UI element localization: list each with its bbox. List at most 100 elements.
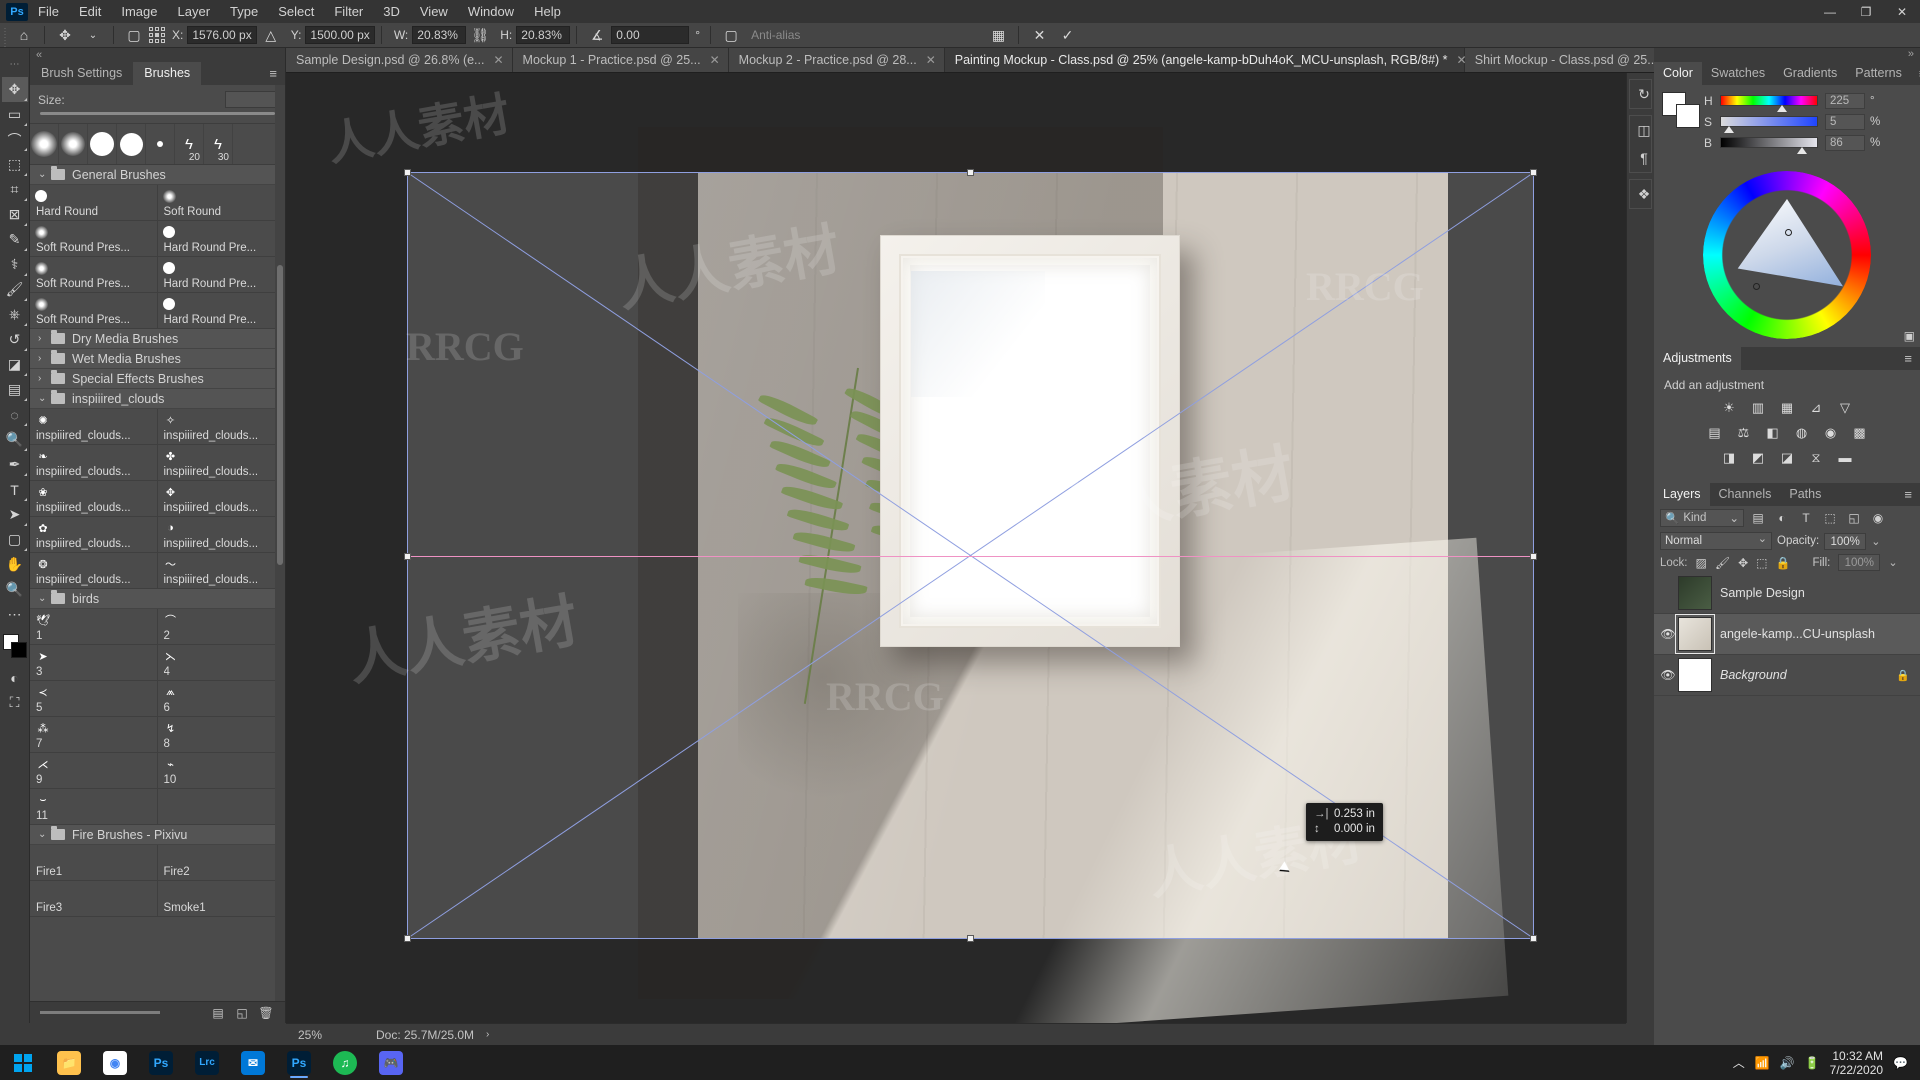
hue-value[interactable]: 225 bbox=[1825, 92, 1865, 109]
saturation-value[interactable]: 5 bbox=[1825, 113, 1865, 130]
object-selection-tool[interactable]: ⬚ bbox=[2, 152, 28, 177]
document-tab[interactable]: Mockup 1 - Practice.psd @ 25... ✕ bbox=[512, 48, 729, 72]
brush-item[interactable]: ✥ inspiiired_clouds... bbox=[157, 481, 285, 517]
brush-preset-hard-1[interactable] bbox=[88, 124, 117, 164]
tab-paths[interactable]: Paths bbox=[1780, 483, 1830, 506]
transform-handle-tl[interactable] bbox=[404, 169, 411, 176]
menu-layer[interactable]: Layer bbox=[168, 0, 221, 23]
brush-item[interactable]: Hard Round Pre... bbox=[157, 293, 285, 329]
brush-item[interactable]: ❧ inspiiired_clouds... bbox=[30, 445, 158, 481]
rectangle-tool[interactable]: ▢ bbox=[2, 527, 28, 552]
brightness-contrast-icon[interactable]: ☀ bbox=[1721, 399, 1738, 416]
brush-group-fire-brushes[interactable]: ⌄ Fire Brushes - Pixivu bbox=[30, 825, 285, 845]
layer-visibility-toggle[interactable]: 👁 bbox=[1658, 627, 1678, 641]
menu-window[interactable]: Window bbox=[458, 0, 524, 23]
toolbar-grip[interactable]: ⋯ bbox=[2, 52, 28, 77]
antialias-checkbox[interactable]: ▢ bbox=[717, 24, 745, 46]
menu-file[interactable]: File bbox=[28, 0, 69, 23]
collapse-panel-icon[interactable]: « bbox=[30, 48, 285, 62]
document-tab[interactable]: Mockup 2 - Practice.psd @ 28... ✕ bbox=[728, 48, 945, 72]
levels-icon[interactable]: ▥ bbox=[1750, 399, 1767, 416]
document-tab[interactable]: Sample Design.psd @ 26.8% (e... ✕ bbox=[286, 48, 513, 72]
filter-toggle-icon[interactable]: ◉ bbox=[1868, 509, 1888, 527]
brush-thumbnail-size-slider[interactable] bbox=[40, 1011, 160, 1014]
spotify-icon[interactable]: ♫ bbox=[322, 1045, 368, 1080]
refpt-cell[interactable] bbox=[161, 39, 165, 43]
lock-image-pixels-icon[interactable]: 🖌 bbox=[1715, 556, 1730, 570]
exposure-icon[interactable]: ⊿ bbox=[1808, 399, 1825, 416]
opacity-chevron-icon[interactable]: ⌄ bbox=[1871, 535, 1880, 548]
brush-item[interactable]: ❂ inspiiired_clouds... bbox=[30, 553, 158, 589]
canvas-area[interactable]: 人人素材 人人素材 人人素材 人人素材 人人素材 RRCG RRCG RRCG … bbox=[286, 73, 1626, 1023]
photoshop-taskbar-icon[interactable]: Ps bbox=[138, 1045, 184, 1080]
brush-group-dry-media-brushes[interactable]: › Dry Media Brushes bbox=[30, 329, 285, 349]
brush-size-slider[interactable] bbox=[40, 112, 275, 115]
angle-input[interactable]: 0.00 bbox=[611, 26, 690, 44]
eyedropper-tool[interactable]: ✎ bbox=[2, 227, 28, 252]
frame-tool[interactable]: ⊠ bbox=[2, 202, 28, 227]
transform-handle-ml[interactable] bbox=[404, 553, 411, 560]
clone-stamp-tool[interactable]: ⎈ bbox=[2, 302, 28, 327]
color-picker-icon[interactable]: ▣ bbox=[1904, 329, 1915, 343]
brush-preset-hard-2[interactable] bbox=[117, 124, 146, 164]
tab-patterns[interactable]: Patterns bbox=[1846, 62, 1911, 85]
color-lookup-icon[interactable]: ▩ bbox=[1851, 424, 1868, 441]
brush-preset-soft-2[interactable] bbox=[59, 124, 88, 164]
battery-icon[interactable]: 🔋 bbox=[1805, 1056, 1820, 1070]
hand-tool[interactable]: ✋ bbox=[2, 552, 28, 577]
reference-point-selector[interactable] bbox=[148, 26, 166, 44]
move-tool[interactable]: ✥ bbox=[1, 77, 28, 102]
brightness-slider-thumb[interactable] bbox=[1797, 147, 1807, 154]
brush-item[interactable]: Soft Round bbox=[157, 185, 285, 221]
brush-item[interactable]: ⁂ 7 bbox=[30, 717, 158, 753]
refpt-cell[interactable] bbox=[161, 33, 165, 37]
brush-item[interactable]: Smoke1 bbox=[157, 881, 285, 917]
refpt-cell[interactable] bbox=[161, 27, 165, 31]
menu-filter[interactable]: Filter bbox=[324, 0, 373, 23]
lightroom-classic-icon[interactable]: Lrc bbox=[184, 1045, 230, 1080]
document-tab[interactable]: Shirt Mockup - Class.psd @ 25... ✕ bbox=[1464, 48, 1686, 72]
brush-item[interactable]: ◑ inspiiired_clouds... bbox=[157, 517, 285, 553]
transform-handle-tc[interactable] bbox=[967, 169, 974, 176]
panel-menu-icon[interactable]: ≡ bbox=[1896, 347, 1920, 370]
brush-item[interactable]: ⋋ 4 bbox=[157, 645, 285, 681]
rectangular-marquee-tool[interactable]: ▭ bbox=[2, 102, 28, 127]
brush-item[interactable]: Hard Round Pre... bbox=[157, 257, 285, 293]
black-white-icon[interactable]: ◧ bbox=[1764, 424, 1781, 441]
h-input[interactable]: 20.83% bbox=[516, 26, 571, 44]
menu-image[interactable]: Image bbox=[111, 0, 167, 23]
chevron-down-icon[interactable]: ⌄ bbox=[38, 829, 51, 840]
canvas-inner[interactable]: 人人素材 人人素材 人人素材 人人素材 人人素材 RRCG RRCG RRCG … bbox=[286, 73, 1626, 1023]
brush-item[interactable]: Soft Round Pres... bbox=[30, 257, 158, 293]
threshold-icon[interactable]: ◪ bbox=[1779, 449, 1796, 466]
type-tool[interactable]: T bbox=[2, 477, 28, 502]
refpt-cell-center[interactable] bbox=[155, 33, 159, 37]
brush-item[interactable]: ⌁ 10 bbox=[157, 753, 285, 789]
brush-item[interactable]: Fire2 bbox=[157, 845, 285, 881]
menu-select[interactable]: Select bbox=[268, 0, 324, 23]
screen-mode-icon[interactable]: ⛶ bbox=[2, 690, 28, 715]
brush-item[interactable]: ↯ 8 bbox=[157, 717, 285, 753]
close-button[interactable]: ✕ bbox=[1884, 0, 1920, 23]
lock-all-icon[interactable]: 🔒 bbox=[1775, 556, 1790, 570]
home-icon[interactable]: ⌂ bbox=[10, 24, 38, 46]
cancel-transform-button[interactable]: ✕ bbox=[1025, 24, 1053, 46]
brush-item[interactable]: ✺ inspiiired_clouds... bbox=[30, 409, 158, 445]
brush-group-birds[interactable]: ⌄ birds bbox=[30, 589, 285, 609]
chevron-right-icon[interactable]: › bbox=[38, 333, 51, 344]
curves-icon[interactable]: ▦ bbox=[1779, 399, 1796, 416]
brush-group-general-brushes[interactable]: ⌄ General Brushes bbox=[30, 165, 285, 185]
document-tab-active[interactable]: Painting Mockup - Class.psd @ 25% (angel… bbox=[944, 48, 1467, 72]
brush-tool[interactable]: 🖌 bbox=[2, 277, 28, 302]
expand-panels-icon[interactable]: » bbox=[1654, 48, 1920, 62]
eraser-tool[interactable]: ◪ bbox=[2, 352, 28, 377]
menu-edit[interactable]: Edit bbox=[69, 0, 111, 23]
mail-icon[interactable]: ✉ bbox=[230, 1045, 276, 1080]
channel-mixer-icon[interactable]: ◉ bbox=[1822, 424, 1839, 441]
invert-icon[interactable]: ◨ bbox=[1721, 449, 1738, 466]
transform-handle-bl[interactable] bbox=[404, 935, 411, 942]
saturation-slider-thumb[interactable] bbox=[1724, 126, 1734, 133]
color-balance-icon[interactable]: ⚖ bbox=[1735, 424, 1752, 441]
layer-name[interactable]: angele-kamp...CU-unsplash bbox=[1720, 627, 1875, 641]
layer-thumbnail[interactable] bbox=[1675, 614, 1715, 654]
